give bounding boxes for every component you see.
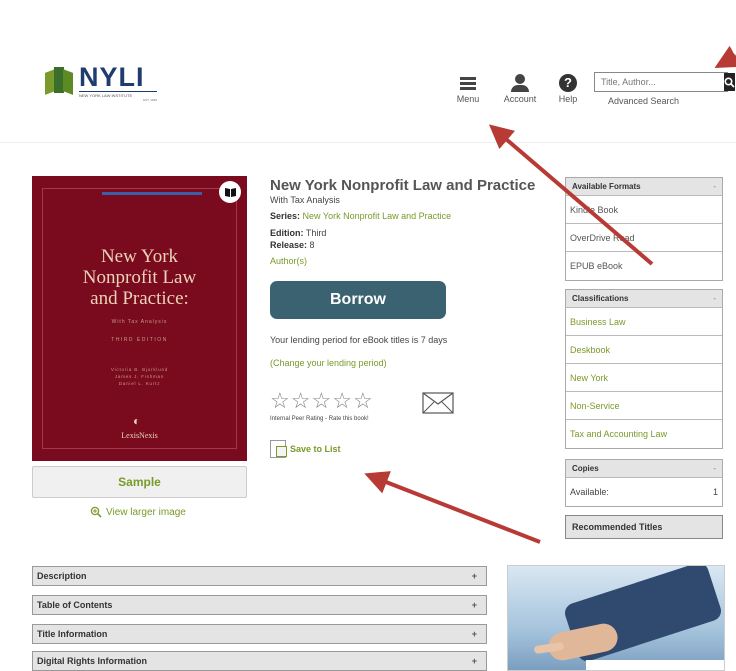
cover-authors: Victoria B. Bjorklund James J. Fishman D… bbox=[110, 367, 169, 386]
copies-header[interactable]: Copies - bbox=[566, 460, 722, 478]
menu-label: Menu bbox=[456, 94, 480, 104]
zoom-in-icon bbox=[90, 506, 102, 518]
star-icon[interactable]: ☆ bbox=[270, 390, 290, 412]
book-title: New York Nonprofit Law and Practice bbox=[270, 177, 536, 194]
format-item[interactable]: Kindle Book bbox=[566, 196, 722, 224]
logo-subtitle: NEW YORK LAW INSTITUTE bbox=[79, 91, 157, 98]
menu-button[interactable]: Menu bbox=[452, 72, 484, 104]
classification-link[interactable]: Tax and Accounting Law bbox=[566, 420, 722, 448]
book-cover-image[interactable]: New York Nonprofit Law and Practice: Wit… bbox=[32, 176, 247, 461]
cover-title: New York Nonprofit Law and Practice: bbox=[82, 246, 197, 309]
recommended-titles-header[interactable]: Recommended Titles bbox=[565, 515, 723, 539]
books-logo-icon bbox=[45, 63, 75, 95]
change-lending-period-link[interactable]: (Change your lending period) bbox=[270, 358, 387, 368]
edition-info: Edition: Third bbox=[270, 228, 327, 238]
star-rating[interactable]: ☆ ☆ ☆ ☆ ☆ bbox=[270, 390, 373, 412]
nyli-logo[interactable]: NYLI NEW YORK LAW INSTITUTE EST. 1828 bbox=[45, 63, 157, 102]
promo-image bbox=[507, 565, 725, 671]
cover-subtitle: With Tax Analysis bbox=[111, 319, 168, 325]
format-item[interactable]: OverDrive Read bbox=[566, 224, 722, 252]
series-link[interactable]: New York Nonprofit Law and Practice bbox=[303, 211, 452, 221]
hamburger-menu-icon bbox=[452, 72, 484, 94]
copies-panel: Copies - Available: 1 bbox=[565, 459, 723, 507]
classification-link[interactable]: Non-Service bbox=[566, 392, 722, 420]
cover-publisher: LexisNexis bbox=[121, 431, 158, 440]
digital-rights-accordion[interactable]: Digital Rights Information + bbox=[32, 651, 487, 671]
classification-link[interactable]: Business Law bbox=[566, 308, 722, 336]
sample-button[interactable]: Sample bbox=[32, 466, 247, 498]
question-circle-icon: ? bbox=[553, 72, 583, 94]
account-button[interactable]: Account bbox=[500, 72, 540, 104]
available-formats-panel: Available Formats - Kindle Book OverDrive… bbox=[565, 177, 723, 281]
rating-caption: Internal Peer Rating - Rate this book! bbox=[270, 416, 369, 422]
series-info: Series: New York Nonprofit Law and Pract… bbox=[270, 211, 452, 221]
formats-header[interactable]: Available Formats - bbox=[566, 178, 722, 196]
title-information-accordion[interactable]: Title Information + bbox=[32, 624, 487, 644]
user-icon bbox=[500, 72, 540, 94]
classification-link[interactable]: Deskbook bbox=[566, 336, 722, 364]
view-larger-image-link[interactable]: View larger image bbox=[90, 506, 186, 518]
email-envelope-icon[interactable] bbox=[422, 392, 454, 414]
save-list-icon bbox=[270, 440, 287, 458]
header-divider bbox=[0, 142, 736, 143]
authors-link[interactable]: Author(s) bbox=[270, 256, 307, 266]
classifications-panel: Classifications - Business Law Deskbook N… bbox=[565, 289, 723, 449]
arrow-to-save-list bbox=[364, 471, 541, 544]
cover-edition: THIRD EDITION bbox=[111, 337, 168, 343]
release-info: Release: 8 bbox=[270, 240, 315, 250]
open-book-icon[interactable] bbox=[219, 181, 241, 203]
book-subtitle: With Tax Analysis bbox=[270, 195, 340, 205]
classification-link[interactable]: New York bbox=[566, 364, 722, 392]
table-of-contents-accordion[interactable]: Table of Contents + bbox=[32, 595, 487, 615]
classifications-header[interactable]: Classifications - bbox=[566, 290, 722, 308]
lending-period-text: Your lending period for eBook titles is … bbox=[270, 335, 448, 345]
save-to-list-button[interactable]: Save to List bbox=[270, 440, 341, 458]
copies-available-row: Available: 1 bbox=[570, 487, 718, 497]
search-input[interactable] bbox=[595, 73, 724, 91]
search-box bbox=[594, 72, 735, 92]
help-button[interactable]: ? Help bbox=[553, 72, 583, 104]
advanced-search-link[interactable]: Advanced Search bbox=[608, 96, 679, 106]
logo-wordmark: NYLI bbox=[79, 62, 145, 92]
account-label: Account bbox=[503, 94, 537, 104]
star-icon[interactable]: ☆ bbox=[291, 390, 311, 412]
arrow-to-search bbox=[714, 45, 736, 68]
logo-established: EST. 1828 bbox=[143, 98, 157, 102]
star-icon[interactable]: ☆ bbox=[311, 390, 331, 412]
publisher-logo-icon: ◐ bbox=[133, 414, 141, 428]
star-icon[interactable]: ☆ bbox=[353, 390, 373, 412]
search-icon bbox=[724, 76, 735, 88]
format-item[interactable]: EPUB eBook bbox=[566, 252, 722, 280]
description-accordion[interactable]: Description + bbox=[32, 566, 487, 586]
borrow-button[interactable]: Borrow bbox=[270, 281, 446, 319]
help-label: Help bbox=[558, 94, 578, 104]
star-icon[interactable]: ☆ bbox=[332, 390, 352, 412]
search-button[interactable] bbox=[724, 73, 735, 91]
